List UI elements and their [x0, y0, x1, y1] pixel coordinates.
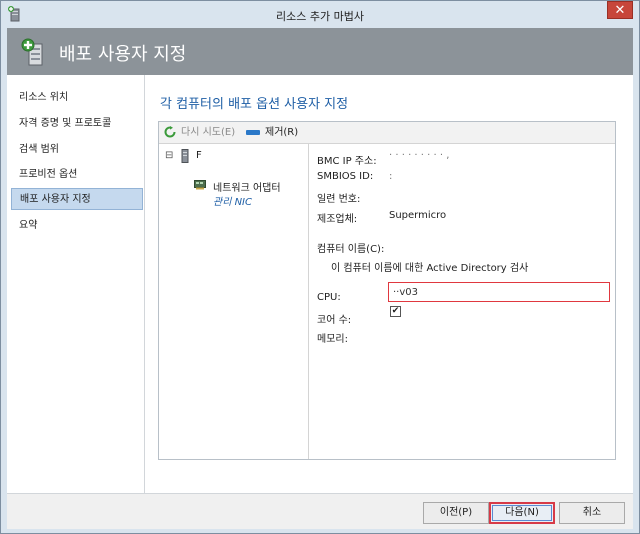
section-heading: 각 컴퓨터의 배포 옵션 사용자 지정 — [160, 97, 349, 112]
retry-button[interactable]: 다시 시도(E) — [181, 126, 235, 140]
memory-label: 메모리: — [317, 334, 348, 345]
network-adapter-icon — [194, 180, 206, 190]
cancel-button[interactable]: 취소 — [559, 502, 625, 524]
refresh-icon[interactable] — [164, 126, 176, 138]
close-button[interactable]: ✕ — [607, 1, 633, 19]
expand-collapse-icon[interactable]: ⊟ — [165, 150, 173, 161]
panel-toolbar: 다시 시도(E) 제거(R) — [159, 122, 615, 144]
serial-number-label: 일련 번호: — [317, 194, 361, 205]
manufacturer-label: 제조업체: — [317, 214, 358, 225]
redacted-area — [202, 148, 248, 170]
next-button[interactable]: 다음(N) — [489, 502, 555, 524]
wizard-steps: 리소스 위치 자격 증명 및 프로토콜 검색 범위 프로비전 옵션 배포 사용자… — [7, 75, 145, 493]
nav-item-resource-location[interactable]: 리소스 위치 — [11, 87, 143, 109]
server-icon — [181, 149, 189, 163]
remove-icon[interactable] — [246, 129, 260, 136]
computer-tree: ⊟ F 네트워크 어댑터 관리 NIC — [159, 144, 309, 459]
tree-server-name[interactable]: F — [196, 150, 202, 161]
bmc-ip-value: · · · · · · · · · , — [389, 150, 450, 161]
nav-item-summary[interactable]: 요약 — [11, 215, 143, 237]
nav-item-customize-deployment[interactable]: 배포 사용자 지정 — [11, 188, 143, 210]
bmc-ip-label: BMC IP 주소: — [317, 156, 377, 167]
server-add-icon — [21, 38, 43, 66]
tree-management-nic[interactable]: 관리 NIC — [213, 193, 252, 208]
computer-name-input[interactable] — [388, 282, 610, 302]
computer-name-label: 컴퓨터 이름(C): — [317, 244, 385, 255]
manufacturer-value: Supermicro — [389, 210, 447, 221]
ad-check-checkbox[interactable]: ✔ — [390, 306, 401, 317]
window-title: 리소스 추가 마법사 — [276, 10, 364, 23]
remove-button[interactable]: 제거(R) — [265, 126, 298, 140]
wizard-window: 리소스 추가 마법사 ✕ 배포 사용자 지정 리소스 위치 자격 증명 및 프로… — [0, 0, 640, 534]
title-bar: 리소스 추가 마법사 ✕ — [1, 1, 639, 29]
cores-label: 코어 수: — [317, 315, 352, 326]
main-pane: 각 컴퓨터의 배포 옵션 사용자 지정 다시 시도(E) 제거(R) ⊟ F 네… — [146, 75, 633, 493]
nav-item-discovery-scope[interactable]: 검색 범위 — [11, 139, 143, 161]
wizard-footer: 이전(P) 다음(N) 취소 — [7, 493, 633, 529]
page-title: 배포 사용자 지정 — [59, 44, 187, 65]
smbios-label: SMBIOS ID: — [317, 171, 374, 182]
wizard-content: 리소스 위치 자격 증명 및 프로토콜 검색 범위 프로비전 옵션 배포 사용자… — [7, 75, 633, 493]
tree-network-adapter[interactable]: 네트워크 어댑터 — [213, 179, 281, 194]
deployment-panel: 다시 시도(E) 제거(R) ⊟ F 네트워크 어댑터 관리 NIC BMC I… — [158, 121, 616, 460]
cpu-label: CPU: — [317, 292, 341, 303]
ad-check-label: 이 컴퓨터 이름에 대한 Active Directory 검사 — [331, 263, 529, 274]
smbios-value: : — [389, 171, 393, 182]
nav-item-credentials[interactable]: 자격 증명 및 프로토콜 — [11, 113, 143, 135]
next-button-label: 다음(N) — [492, 505, 552, 521]
nav-item-provision-options[interactable]: 프로비전 옵션 — [11, 164, 143, 186]
page-header: 배포 사용자 지정 — [7, 28, 633, 75]
back-button[interactable]: 이전(P) — [423, 502, 489, 524]
